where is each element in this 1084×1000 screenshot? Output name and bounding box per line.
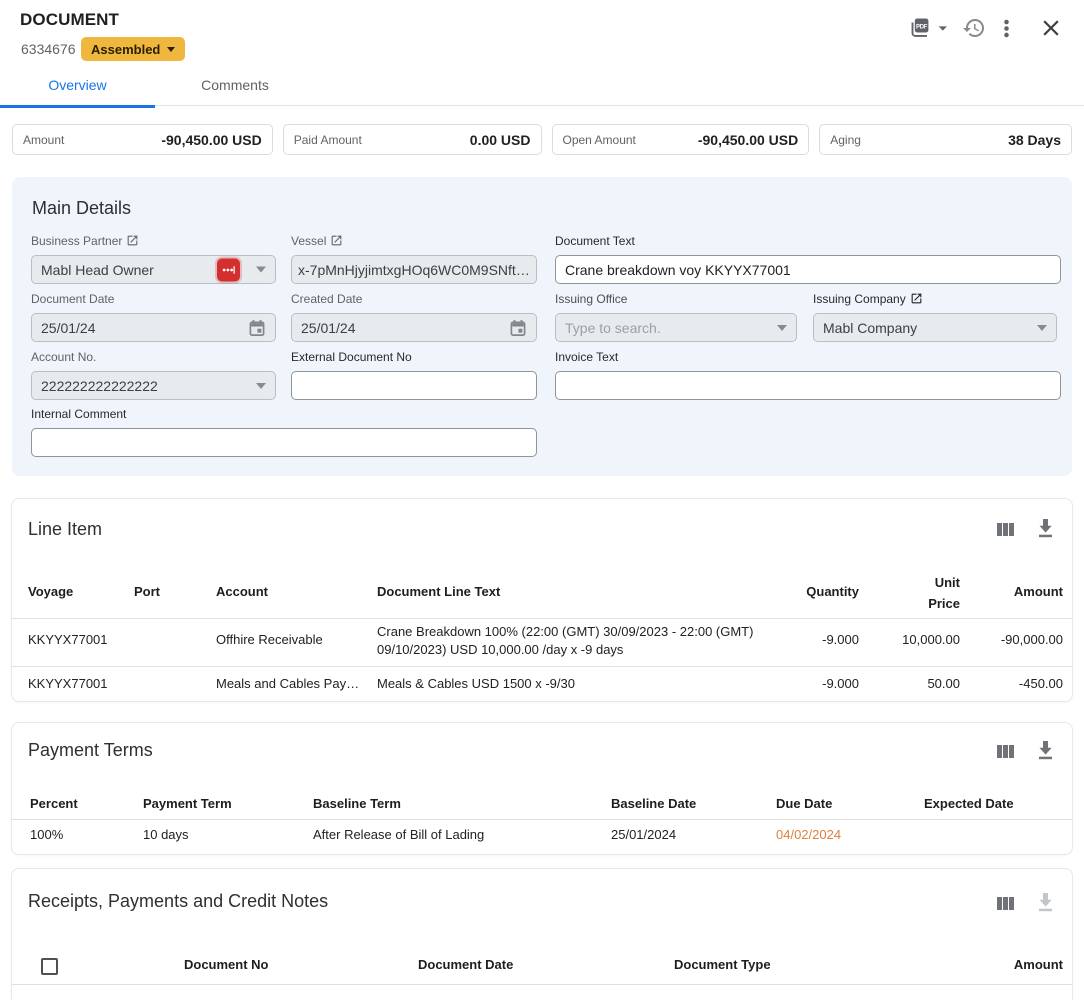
svg-text:PDF: PDF (916, 24, 928, 30)
